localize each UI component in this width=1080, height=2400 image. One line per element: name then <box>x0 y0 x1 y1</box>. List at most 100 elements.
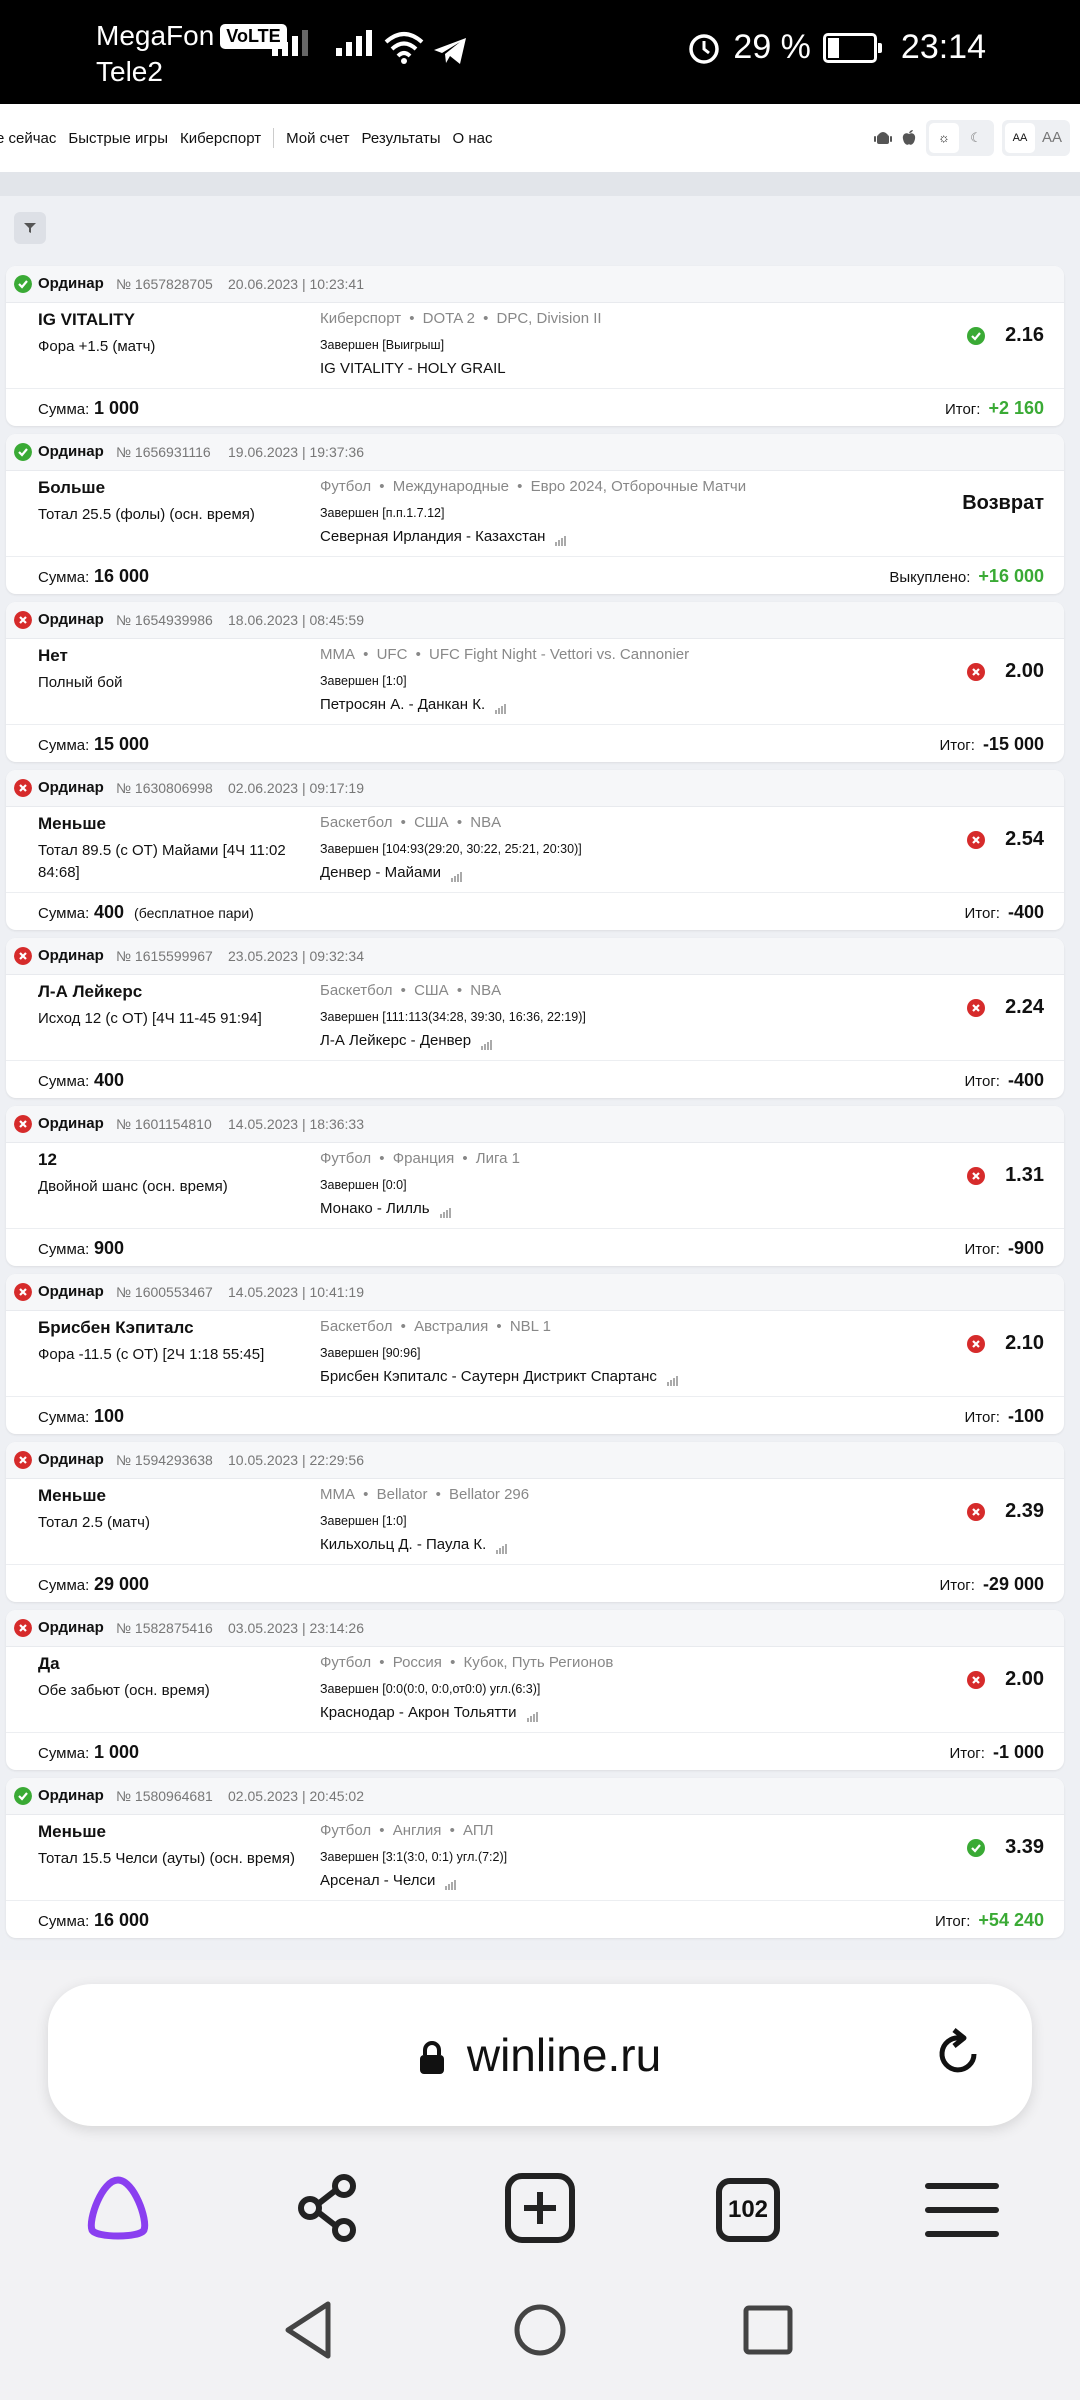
bet-market: Тотал 25.5 (фолы) (осн. время) <box>38 506 255 523</box>
clock: 23:14 <box>900 28 986 66</box>
bet-number: № 1601154810 <box>116 1116 212 1132</box>
bet-card[interactable]: Ординар № 1582875416 03.05.2023 | 23:14:26… <box>6 1610 1064 1770</box>
android-icon[interactable] <box>874 129 892 147</box>
bet-number: № 1654939986 <box>116 612 213 628</box>
back-nav-icon[interactable] <box>280 2300 336 2360</box>
stats-icon[interactable] <box>445 1873 457 1890</box>
nav-link-about[interactable]: О нас <box>453 130 493 147</box>
win-status-icon <box>967 1838 986 1857</box>
bet-card[interactable]: Ординар № 1656931116 19.06.2023 | 19:37:36… <box>6 434 1064 594</box>
home-nav-icon[interactable] <box>512 2300 568 2360</box>
bet-card[interactable]: Ординар № 1654939986 18.06.2023 | 08:45:59… <box>6 602 1064 762</box>
tabs-count-button[interactable]: 102 <box>716 2178 780 2242</box>
breadcrumb-separator: • <box>396 982 411 999</box>
stats-icon[interactable] <box>495 697 507 714</box>
bet-card[interactable]: Ординар № 1600553467 14.05.2023 | 10:41:19… <box>6 1274 1064 1434</box>
bet-market: Тотал 2.5 (матч) <box>38 1514 150 1531</box>
stats-icon[interactable] <box>439 1201 452 1218</box>
bet-result: 1.31 <box>967 1164 1044 1187</box>
total-value: -400 <box>1007 1070 1044 1090</box>
loss-status-icon <box>967 1166 986 1185</box>
nav-link-esports[interactable]: Киберспорт <box>180 130 261 147</box>
event-teams-label: Брисбен Кэпиталс - Саутерн Дистрикт Спар… <box>320 1368 657 1385</box>
new-tab-icon[interactable] <box>504 2172 576 2244</box>
stats-icon[interactable] <box>451 865 463 882</box>
stats-icon[interactable] <box>481 1033 493 1050</box>
bet-card[interactable]: Ординар № 1615599967 23.05.2023 | 09:32:34… <box>6 938 1064 1098</box>
bet-total: Итог: +54 240 <box>935 1910 1044 1931</box>
font-small-button[interactable]: AA <box>1005 123 1035 153</box>
breadcrumb-item: Лига 1 <box>475 1150 521 1167</box>
alice-assistant-icon[interactable] <box>82 2172 154 2244</box>
event-teams[interactable]: Кильхольц Д. - Паула К. <box>320 1536 508 1554</box>
event-state: Завершен [0:0(0:0, 0:0,от0:0) угл.(6:3)] <box>320 1682 541 1696</box>
total-label: Итог: <box>964 905 1000 922</box>
site-nav: е сейчас Быстрые игры Киберспорт Мой сче… <box>0 104 1080 172</box>
nav-link-live[interactable]: е сейчас <box>0 130 56 147</box>
wifi-icon <box>384 32 424 64</box>
event-teams[interactable]: Петросян А. - Данкан К. <box>320 696 507 714</box>
filter-button[interactable] <box>14 212 46 244</box>
bet-card[interactable]: Ординар № 1601154810 14.05.2023 | 18:36:33… <box>6 1106 1064 1266</box>
event-teams[interactable]: Брисбен Кэпиталс - Саутерн Дистрикт Спар… <box>320 1368 679 1386</box>
bet-total: Итог: -900 <box>965 1238 1045 1259</box>
loss-status-icon <box>14 779 32 797</box>
event-teams[interactable]: IG VITALITY - HOLY GRAIL <box>320 360 506 377</box>
bet-card[interactable]: Ординар № 1594293638 10.05.2023 | 22:29:56… <box>6 1442 1064 1602</box>
filter-icon <box>24 223 36 233</box>
breadcrumb-item: NBL 1 <box>509 1318 551 1335</box>
light-theme-button[interactable]: ☼ <box>929 123 959 153</box>
bet-card-footer: Сумма: 1 000 Итог: +2 160 <box>6 388 1064 427</box>
share-icon[interactable] <box>292 2172 364 2244</box>
stake-label: Сумма: <box>38 1913 90 1930</box>
event-teams[interactable]: Монако - Лилль <box>320 1200 452 1218</box>
nav-link-quick-games[interactable]: Быстрые игры <box>68 130 168 147</box>
bet-card-footer: Сумма: 29 000 Итог: -29 000 <box>6 1564 1064 1603</box>
bet-type: Ординар <box>38 1283 104 1300</box>
event-teams-label: Петросян А. - Данкан К. <box>320 696 486 713</box>
stake-amount: 16 000 <box>94 1910 149 1931</box>
bet-date: 18.06.2023 | 08:45:59 <box>228 612 364 628</box>
bet-odds: 2.24 <box>1005 996 1044 1018</box>
breadcrumb-separator: • <box>396 1318 411 1335</box>
reload-icon[interactable] <box>930 2026 986 2082</box>
bet-odds: 2.54 <box>1005 828 1044 850</box>
nav-link-my-account[interactable]: Мой счет <box>286 130 349 147</box>
stats-icon[interactable] <box>496 1537 508 1554</box>
event-teams-label: Л-А Лейкерс - Денвер <box>320 1032 472 1049</box>
address-bar[interactable]: winline.ru <box>48 1984 1032 2126</box>
stake-amount: 16 000 <box>94 566 149 587</box>
event-teams[interactable]: Л-А Лейкерс - Денвер <box>320 1032 493 1050</box>
bet-card-header: Ординар № 1582875416 03.05.2023 | 23:14:26 <box>6 1610 1064 1647</box>
recents-nav-icon[interactable] <box>740 2300 796 2360</box>
carrier-name-2: Tele2 <box>96 56 163 87</box>
event-teams[interactable]: Краснодар - Акрон Тольятти <box>320 1704 539 1722</box>
bet-card[interactable]: Ординар № 1657828705 20.06.2023 | 10:23:41… <box>6 266 1064 426</box>
font-large-button[interactable]: AA <box>1037 123 1067 153</box>
bet-card[interactable]: Ординар № 1630806998 02.06.2023 | 09:17:19… <box>6 770 1064 930</box>
event-breadcrumb: Футбол • Россия • Кубок, Путь Регионов <box>320 1654 613 1671</box>
menu-icon[interactable] <box>924 2180 1000 2240</box>
breadcrumb-item: MMA <box>320 1486 355 1503</box>
stats-icon[interactable] <box>666 1369 679 1386</box>
bet-market: Двойной шанс (осн. время) <box>38 1178 228 1195</box>
stats-icon[interactable] <box>526 1705 539 1722</box>
event-teams[interactable]: Арсенал - Челси <box>320 1872 457 1890</box>
stake-label: Сумма: <box>38 1409 90 1426</box>
bet-card-header: Ординар № 1657828705 20.06.2023 | 10:23:41 <box>6 266 1064 303</box>
event-teams[interactable]: Денвер - Майами <box>320 864 463 882</box>
total-value: -15 000 <box>982 734 1044 754</box>
loss-status-icon <box>14 1619 32 1637</box>
loss-status-icon <box>14 947 32 965</box>
bet-result: 3.39 <box>967 1836 1044 1859</box>
nav-link-results[interactable]: Результаты <box>362 130 441 147</box>
stake-amount: 400 <box>94 1070 124 1091</box>
dark-theme-button[interactable]: ☾ <box>961 123 991 153</box>
apple-icon[interactable] <box>900 129 918 147</box>
bet-card[interactable]: Ординар № 1580964681 02.05.2023 | 20:45:02… <box>6 1778 1064 1938</box>
stake-label: Сумма: <box>38 1745 90 1762</box>
bet-total: Итог: -1 000 <box>949 1742 1044 1763</box>
event-teams[interactable]: Северная Ирландия - Казахстан <box>320 528 567 546</box>
stats-icon[interactable] <box>555 529 567 546</box>
address-text[interactable]: winline.ru <box>48 2028 1032 2082</box>
